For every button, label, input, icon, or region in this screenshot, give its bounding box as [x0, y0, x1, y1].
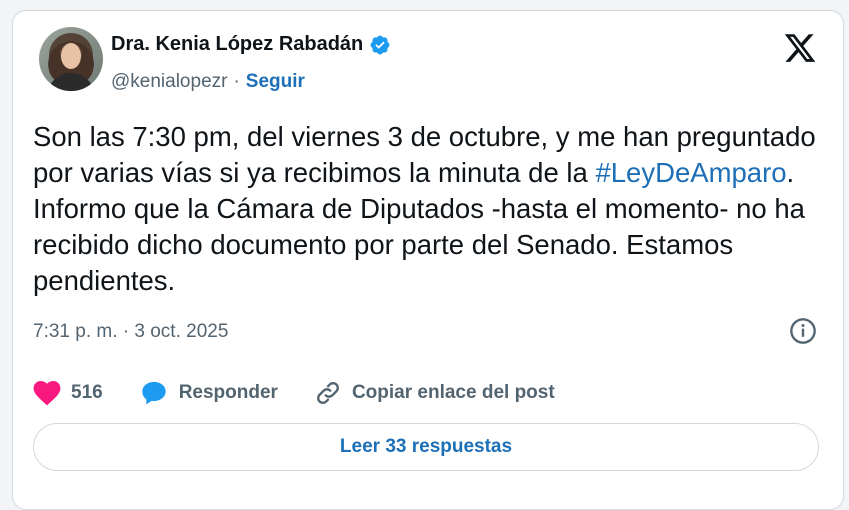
x-logo-icon[interactable]: [783, 31, 817, 65]
separator: ·: [233, 71, 240, 92]
handle-row: @kenialopezr · Seguir: [111, 71, 305, 93]
post-text: Son las 7:30 pm, del viernes 3 de octubr…: [33, 119, 823, 299]
follow-button[interactable]: Seguir: [246, 71, 305, 93]
verified-badge-icon: [370, 35, 390, 54]
author-name[interactable]: Dra. Kenia López Rabadán: [111, 33, 363, 56]
reply-button[interactable]: Responder: [139, 379, 278, 407]
heart-icon: [33, 380, 61, 406]
action-bar: 516 Responder Copiar enlace del post: [33, 379, 591, 407]
read-replies-button[interactable]: Leer 33 respuestas: [33, 423, 819, 471]
like-button[interactable]: 516: [33, 380, 103, 406]
author-name-row: Dra. Kenia López Rabadán: [111, 33, 391, 56]
post-card: Dra. Kenia López Rabadán @kenialopezr · …: [12, 10, 844, 510]
hashtag-link[interactable]: #LeyDeAmparo: [595, 157, 786, 188]
avatar[interactable]: [39, 27, 103, 91]
reply-label: Responder: [178, 382, 278, 403]
speech-bubble-icon: [142, 381, 166, 405]
copy-link-label: Copiar enlace del post: [351, 382, 555, 403]
link-icon: [317, 382, 339, 404]
author-handle[interactable]: @kenialopezr: [111, 71, 227, 93]
copy-link-button[interactable]: Copiar enlace del post: [314, 379, 555, 407]
info-icon[interactable]: [789, 317, 817, 345]
like-count: 516: [71, 382, 103, 403]
post-timestamp[interactable]: 7:31 p. m. · 3 oct. 2025: [33, 321, 228, 343]
